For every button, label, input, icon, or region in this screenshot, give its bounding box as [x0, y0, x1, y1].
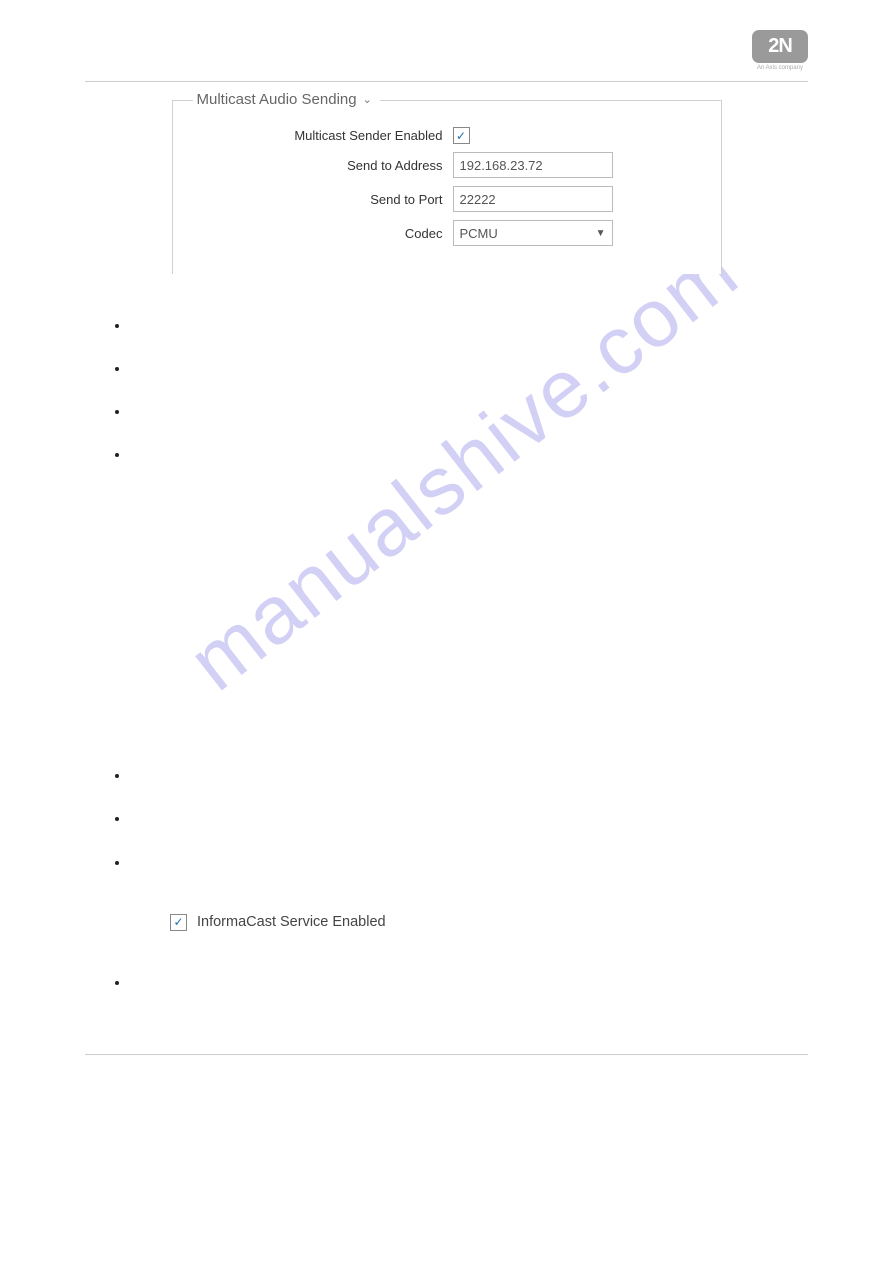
- input-send-to-port[interactable]: [453, 186, 613, 212]
- label-codec: Codec: [193, 226, 453, 241]
- checkbox-informacast-enabled[interactable]: ✓: [170, 914, 187, 931]
- header: 2N An Axis company: [85, 30, 808, 82]
- logo-box: 2N: [752, 30, 808, 63]
- row-port: Send to Port: [193, 186, 701, 212]
- legend-text: Multicast Audio Sending: [197, 91, 357, 108]
- label-enabled: Multicast Sender Enabled: [193, 128, 453, 143]
- informacast-row: ✓ InformaCast Service Enabled: [170, 914, 808, 931]
- row-address: Send to Address: [193, 152, 701, 178]
- logo: 2N An Axis company: [752, 30, 808, 71]
- label-address: Send to Address: [193, 158, 453, 173]
- informacast-label: InformaCast Service Enabled: [197, 914, 386, 930]
- logo-subtitle: An Axis company: [757, 65, 803, 71]
- page: manualshive.com 2N An Axis company Multi…: [0, 0, 893, 1095]
- list-item: .: [130, 314, 808, 337]
- select-codec[interactable]: PCMU ▼: [453, 220, 613, 246]
- bullet-list-bottom: .: [85, 971, 808, 994]
- label-port: Send to Port: [193, 192, 453, 207]
- multicast-fieldset: Multicast Audio Sending ⌄ Multicast Send…: [172, 100, 722, 274]
- footer-divider: [85, 1054, 808, 1055]
- row-enabled: Multicast Sender Enabled ✓: [193, 127, 701, 144]
- spacer: [85, 486, 808, 746]
- checkbox-multicast-enabled[interactable]: ✓: [453, 127, 470, 144]
- list-item: .: [130, 807, 808, 830]
- list-item: .: [130, 400, 808, 423]
- list-item: .: [130, 851, 808, 874]
- select-codec-value: PCMU: [460, 226, 498, 241]
- list-item: .: [130, 764, 808, 787]
- list-item: .: [130, 357, 808, 380]
- dropdown-arrow-icon: ▼: [596, 228, 606, 239]
- content: Multicast Audio Sending ⌄ Multicast Send…: [85, 100, 808, 1055]
- input-send-to-address[interactable]: [453, 152, 613, 178]
- chevron-down-icon: ⌄: [363, 93, 372, 106]
- fieldset-legend[interactable]: Multicast Audio Sending ⌄: [193, 91, 380, 108]
- bullet-list-mid: . . .: [85, 764, 808, 873]
- bullet-list-top: . . . .: [85, 314, 808, 466]
- list-item: .: [130, 443, 808, 466]
- list-item: .: [130, 971, 808, 994]
- row-codec: Codec PCMU ▼: [193, 220, 701, 246]
